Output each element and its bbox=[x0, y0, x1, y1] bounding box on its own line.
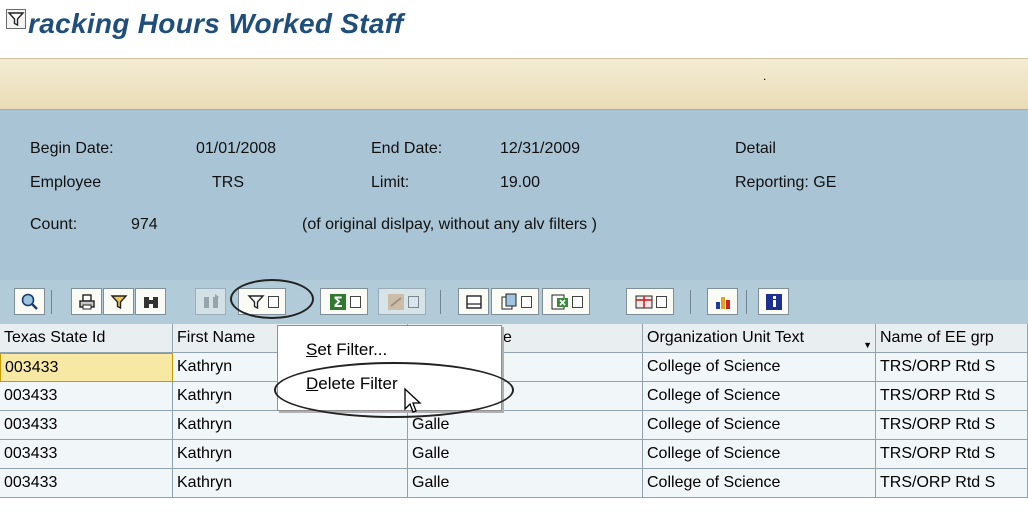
table-cell[interactable]: Kathryn bbox=[173, 440, 408, 469]
info-button[interactable] bbox=[758, 288, 789, 315]
dropdown-arrow-icon bbox=[571, 295, 583, 308]
page-title: racking Hours Worked Staff bbox=[28, 8, 404, 39]
limit-value: 19.00 bbox=[500, 174, 541, 191]
filter-context-menu: Set Filter... Delete Filter bbox=[277, 325, 502, 411]
mouse-cursor-icon bbox=[403, 387, 423, 419]
export-icon bbox=[499, 292, 519, 312]
find-button[interactable] bbox=[135, 288, 166, 315]
layout-button[interactable] bbox=[626, 288, 674, 315]
filter-icon[interactable] bbox=[6, 9, 26, 29]
column-header-name-of-ee-group[interactable]: Name of EE grp bbox=[876, 324, 1028, 353]
table-cell[interactable]: 003433 bbox=[0, 353, 173, 382]
toolbar-marker: . bbox=[763, 69, 767, 83]
find-icon bbox=[141, 292, 161, 312]
end-date-label: End Date: bbox=[371, 140, 443, 157]
table-cell[interactable]: Kathryn bbox=[173, 411, 408, 440]
column-header-organization-unit-text[interactable]: Organization Unit Text ▼ bbox=[643, 324, 876, 353]
set-filter-button[interactable] bbox=[238, 288, 286, 315]
table-cell[interactable]: College of Science bbox=[643, 411, 876, 440]
menu-item-delete-filter[interactable]: Delete Filter bbox=[306, 374, 398, 394]
column-header-label: Organization Unit Text bbox=[647, 329, 805, 346]
table-cell[interactable]: 003433 bbox=[0, 469, 173, 498]
subtotal-button[interactable] bbox=[378, 288, 426, 315]
count-label: Count: bbox=[30, 216, 78, 233]
table-cell[interactable]: 003433 bbox=[0, 382, 173, 411]
table-cell[interactable]: College of Science bbox=[643, 469, 876, 498]
dropdown-arrow-icon bbox=[267, 295, 279, 308]
table-cell[interactable]: Galle bbox=[408, 440, 643, 469]
end-date-value: 12/31/2009 bbox=[500, 140, 581, 157]
spreadsheet-button[interactable] bbox=[542, 288, 590, 315]
table-cell[interactable]: Galle bbox=[408, 469, 643, 498]
toolbar-separator bbox=[440, 290, 441, 314]
table-cell[interactable]: College of Science bbox=[643, 440, 876, 469]
reporting-label: Reporting: GE bbox=[735, 174, 837, 191]
toolbar-separator bbox=[51, 290, 52, 314]
dropdown-arrow-icon bbox=[520, 295, 532, 308]
layout-icon bbox=[634, 292, 654, 312]
graphic-icon bbox=[713, 292, 733, 312]
alv-toolbar: Σ bbox=[0, 280, 1028, 324]
svg-text:Σ: Σ bbox=[333, 295, 343, 311]
table-cell[interactable]: TRS/ORP Rtd S bbox=[876, 469, 1028, 498]
employee-label: Employee bbox=[30, 174, 102, 191]
limit-label: Limit: bbox=[371, 174, 410, 191]
report-header-panel: Begin Date: 01/01/2008 End Date: 12/31/2… bbox=[0, 110, 1028, 280]
menu-item-set-filter[interactable]: Set Filter... bbox=[306, 340, 387, 360]
column-header-texas-state-id[interactable]: Texas State Id bbox=[0, 324, 173, 353]
toolbar-separator bbox=[690, 290, 691, 314]
dropdown-arrow-icon bbox=[655, 295, 667, 308]
detail-label: Detail bbox=[735, 140, 776, 157]
table-cell[interactable]: College of Science bbox=[643, 353, 876, 382]
subtotal-icon bbox=[386, 292, 406, 312]
dropdown-arrow-icon bbox=[407, 295, 419, 308]
export-button[interactable] bbox=[491, 288, 539, 315]
title-bar: racking Hours Worked Staff bbox=[0, 0, 1028, 58]
dropdown-arrow-icon bbox=[349, 295, 361, 308]
find-next-button[interactable] bbox=[195, 288, 226, 315]
sum-icon: Σ bbox=[328, 292, 348, 312]
table-cell[interactable]: TRS/ORP Rtd S bbox=[876, 411, 1028, 440]
toolbar-separator bbox=[746, 290, 747, 314]
table-cell[interactable]: TRS/ORP Rtd S bbox=[876, 440, 1028, 469]
print-preview-icon bbox=[464, 292, 484, 312]
details-button[interactable] bbox=[14, 288, 45, 315]
table-cell[interactable]: College of Science bbox=[643, 382, 876, 411]
table-cell[interactable]: Kathryn bbox=[173, 469, 408, 498]
info-icon bbox=[764, 292, 784, 312]
count-note: (of original dislpay, without any alv fi… bbox=[302, 216, 597, 233]
table-cell[interactable]: 003433 bbox=[0, 440, 173, 469]
sort-arrow-icon: ▼ bbox=[863, 340, 872, 350]
print-icon bbox=[77, 292, 97, 312]
filter-icon bbox=[109, 292, 129, 312]
employee-value: TRS bbox=[212, 174, 244, 191]
count-value: 974 bbox=[131, 216, 158, 233]
application-toolbar: . bbox=[0, 58, 1028, 110]
results-grid: Texas State Id First Name e Organization… bbox=[0, 324, 1028, 527]
begin-date-label: Begin Date: bbox=[30, 140, 114, 157]
find-next-icon bbox=[201, 292, 221, 312]
details-icon bbox=[20, 292, 40, 312]
sum-button[interactable]: Σ bbox=[320, 288, 368, 315]
graphic-button[interactable] bbox=[707, 288, 738, 315]
table-cell[interactable]: TRS/ORP Rtd S bbox=[876, 382, 1028, 411]
print-preview-button[interactable] bbox=[458, 288, 489, 315]
begin-date-value: 01/01/2008 bbox=[196, 140, 277, 157]
filter-button[interactable] bbox=[103, 288, 134, 315]
table-cell[interactable]: Galle bbox=[408, 411, 643, 440]
print-button[interactable] bbox=[71, 288, 102, 315]
table-cell[interactable]: 003433 bbox=[0, 411, 173, 440]
spreadsheet-icon bbox=[550, 292, 570, 312]
table-cell[interactable]: TRS/ORP Rtd S bbox=[876, 353, 1028, 382]
set-filter-icon bbox=[246, 292, 266, 312]
